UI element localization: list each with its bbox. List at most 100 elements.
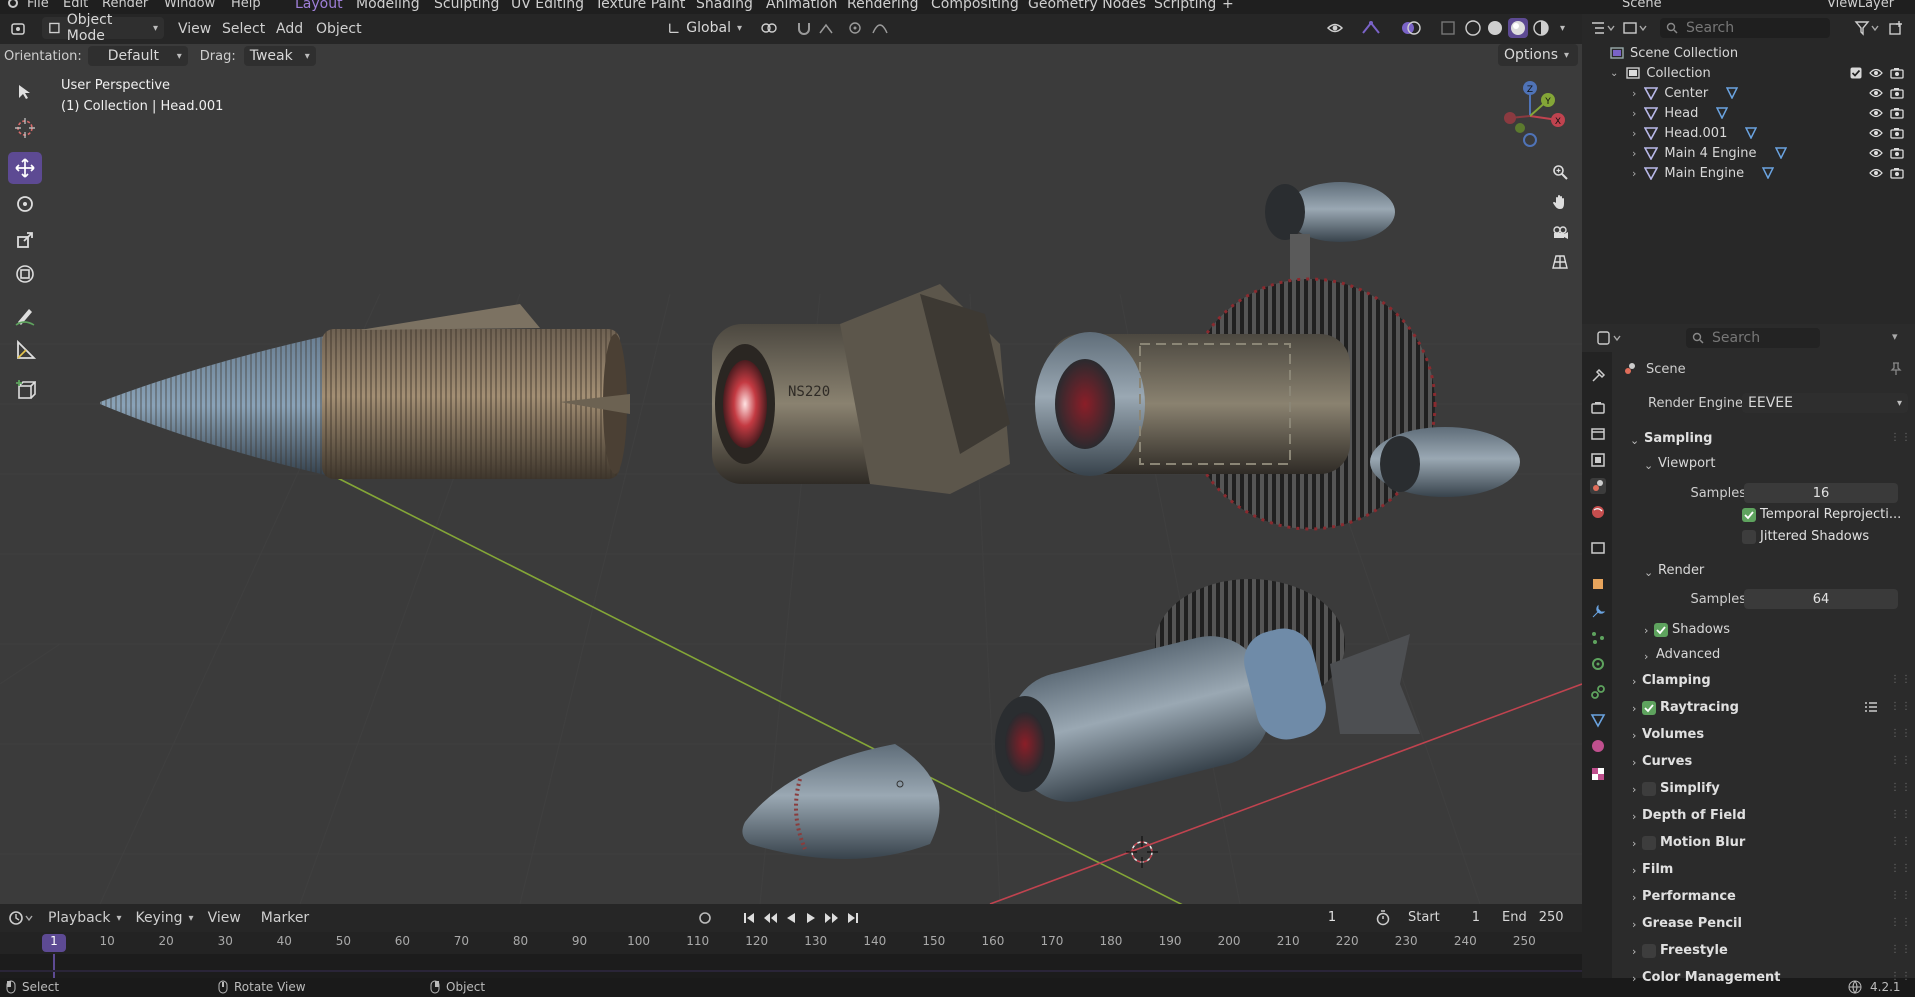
play-reverse-icon[interactable] bbox=[784, 911, 798, 925]
outliner-row-object[interactable]: › Main 4 Engine bbox=[1582, 143, 1915, 163]
chevron-right-icon[interactable]: › bbox=[1632, 864, 1636, 877]
outliner-row-object[interactable]: › Center bbox=[1582, 83, 1915, 103]
section-enable-checkbox[interactable] bbox=[1642, 701, 1656, 715]
chevron-right-icon[interactable]: › bbox=[1632, 702, 1636, 715]
property-section-header[interactable]: Motion Blur bbox=[1660, 835, 1745, 850]
camera-render-icon[interactable] bbox=[1890, 127, 1904, 139]
properties-editor-type-icon[interactable] bbox=[1596, 330, 1622, 346]
chevron-right-icon[interactable]: › bbox=[1632, 756, 1636, 769]
section-sampling[interactable]: Sampling bbox=[1644, 431, 1712, 446]
chevron-down-icon[interactable]: ⌄ bbox=[1644, 566, 1653, 579]
selectability-icon[interactable] bbox=[1326, 20, 1344, 36]
chevron-down-icon[interactable]: ⌄ bbox=[1630, 434, 1639, 447]
orientation-dropdown[interactable]: Default ▾ bbox=[87, 46, 188, 66]
stopwatch-icon[interactable] bbox=[1376, 910, 1390, 926]
workspace-tab-texture-paint[interactable]: Texture Paint bbox=[595, 0, 685, 12]
timeline-menu-keying[interactable]: Keying bbox=[136, 910, 183, 926]
drag-handle-icon[interactable]: ⋮⋮ bbox=[1890, 674, 1912, 685]
drag-handle-icon[interactable]: ⋮⋮ bbox=[1890, 432, 1912, 443]
menu-help[interactable]: Help bbox=[231, 0, 261, 11]
texture-tab-icon[interactable] bbox=[1590, 766, 1606, 782]
tool-select-box[interactable] bbox=[8, 76, 42, 108]
navigation-gizmo[interactable]: Z X Y bbox=[1492, 76, 1572, 156]
tool-move[interactable] bbox=[8, 152, 42, 184]
workspace-tab-rendering[interactable]: Rendering bbox=[847, 0, 919, 12]
outliner-row-collection[interactable]: ⌄ Collection bbox=[1582, 63, 1915, 83]
drag-handle-icon[interactable]: ⋮⋮ bbox=[1890, 863, 1912, 874]
eye-icon[interactable] bbox=[1869, 108, 1883, 118]
drag-handle-icon[interactable]: ⋮⋮ bbox=[1890, 917, 1912, 928]
drag-handle-icon[interactable]: ⋮⋮ bbox=[1890, 701, 1912, 712]
list-options-icon[interactable] bbox=[1864, 701, 1878, 713]
collection-tab-icon[interactable] bbox=[1590, 540, 1606, 556]
chevron-right-icon[interactable]: › bbox=[1632, 107, 1636, 120]
workspace-tab-animation[interactable]: Animation bbox=[766, 0, 837, 12]
menu-window[interactable]: Window bbox=[164, 0, 215, 11]
chevron-down-icon[interactable]: ▾ bbox=[1560, 23, 1565, 34]
editor-type-icon[interactable] bbox=[4, 18, 34, 40]
tool-transform[interactable] bbox=[8, 258, 42, 290]
section-enable-checkbox[interactable] bbox=[1642, 782, 1656, 796]
outliner-search-input[interactable]: Search bbox=[1660, 18, 1830, 38]
tool-annotate[interactable] bbox=[8, 300, 42, 332]
start-frame-field[interactable]: Start 1 bbox=[1408, 907, 1480, 927]
chevron-right-icon[interactable]: › bbox=[1632, 783, 1636, 796]
camera-render-icon[interactable] bbox=[1890, 147, 1904, 159]
render-tab-icon[interactable] bbox=[1590, 400, 1606, 416]
outliner-row-object[interactable]: › Main Engine bbox=[1582, 163, 1915, 183]
tool-tab-icon[interactable] bbox=[1590, 368, 1606, 384]
display-mode-icon[interactable] bbox=[1622, 20, 1648, 36]
proportional-editing-dropdown[interactable] bbox=[842, 17, 902, 39]
chevron-right-icon[interactable]: › bbox=[1632, 87, 1636, 100]
view-layer-name[interactable]: ViewLayer bbox=[1827, 0, 1894, 11]
jump-keyframe-back-icon[interactable] bbox=[762, 911, 778, 925]
property-section-header[interactable]: Color Management bbox=[1642, 970, 1781, 985]
timeline-track[interactable] bbox=[0, 954, 1582, 978]
drag-handle-icon[interactable]: ⋮⋮ bbox=[1890, 836, 1912, 847]
jump-start-icon[interactable] bbox=[742, 911, 756, 925]
property-section-header[interactable]: Performance bbox=[1642, 889, 1736, 904]
drag-handle-icon[interactable]: ⋮⋮ bbox=[1890, 755, 1912, 766]
property-section-header[interactable]: Depth of Field bbox=[1642, 808, 1746, 823]
eye-icon[interactable] bbox=[1869, 88, 1883, 98]
camera-render-icon[interactable] bbox=[1890, 67, 1904, 79]
render-engine-dropdown[interactable]: EEVEE ▾ bbox=[1742, 393, 1908, 413]
drag-handle-icon[interactable]: ⋮⋮ bbox=[1890, 809, 1912, 820]
chevron-down-icon[interactable]: ⌄ bbox=[1610, 68, 1618, 79]
property-section-header[interactable]: Freestyle bbox=[1660, 943, 1728, 958]
modifier-tab-icon[interactable] bbox=[1590, 604, 1606, 620]
mesh-data-icon[interactable] bbox=[1716, 107, 1729, 119]
chevron-right-icon[interactable]: › bbox=[1632, 945, 1636, 958]
menu-file[interactable]: File bbox=[27, 0, 49, 11]
blender-logo-icon[interactable] bbox=[6, 0, 20, 10]
play-icon[interactable] bbox=[804, 911, 818, 925]
chevron-right-icon[interactable]: › bbox=[1632, 972, 1636, 985]
workspace-tab-shading[interactable]: Shading bbox=[696, 0, 753, 12]
mesh-data-icon[interactable] bbox=[1726, 87, 1739, 99]
drag-dropdown[interactable]: Tweak ▾ bbox=[243, 46, 316, 66]
chevron-right-icon[interactable]: › bbox=[1632, 891, 1636, 904]
jittered-shadows-checkbox[interactable] bbox=[1742, 530, 1756, 544]
constraints-tab-icon[interactable] bbox=[1590, 684, 1606, 700]
property-section-header[interactable]: Grease Pencil bbox=[1642, 916, 1742, 931]
render-samples-field[interactable]: 64 bbox=[1744, 589, 1898, 609]
chevron-right-icon[interactable]: › bbox=[1632, 918, 1636, 931]
add-workspace-icon[interactable]: + bbox=[1222, 0, 1234, 12]
mesh-data-icon[interactable] bbox=[1745, 127, 1758, 139]
property-section-header[interactable]: Simplify bbox=[1660, 781, 1720, 796]
drag-handle-icon[interactable]: ⋮⋮ bbox=[1890, 971, 1912, 982]
workspace-tab-scripting[interactable]: Scripting bbox=[1154, 0, 1216, 12]
xray-toggle-icon[interactable] bbox=[1440, 20, 1458, 36]
auto-keying-icon[interactable] bbox=[698, 911, 712, 925]
tool-measure[interactable] bbox=[8, 334, 42, 366]
workspace-tab-sculpting[interactable]: Sculpting bbox=[434, 0, 499, 12]
camera-render-icon[interactable] bbox=[1890, 87, 1904, 99]
exclude-checkbox[interactable] bbox=[1850, 67, 1862, 79]
world-tab-icon[interactable] bbox=[1590, 504, 1606, 520]
header-menu-view[interactable]: View bbox=[178, 18, 211, 40]
section-enable-checkbox[interactable] bbox=[1642, 836, 1656, 850]
tool-add-cube[interactable] bbox=[8, 374, 42, 406]
pin-icon[interactable] bbox=[1890, 362, 1902, 376]
eye-icon[interactable] bbox=[1869, 148, 1883, 158]
property-section-header[interactable]: Clamping bbox=[1642, 673, 1711, 688]
